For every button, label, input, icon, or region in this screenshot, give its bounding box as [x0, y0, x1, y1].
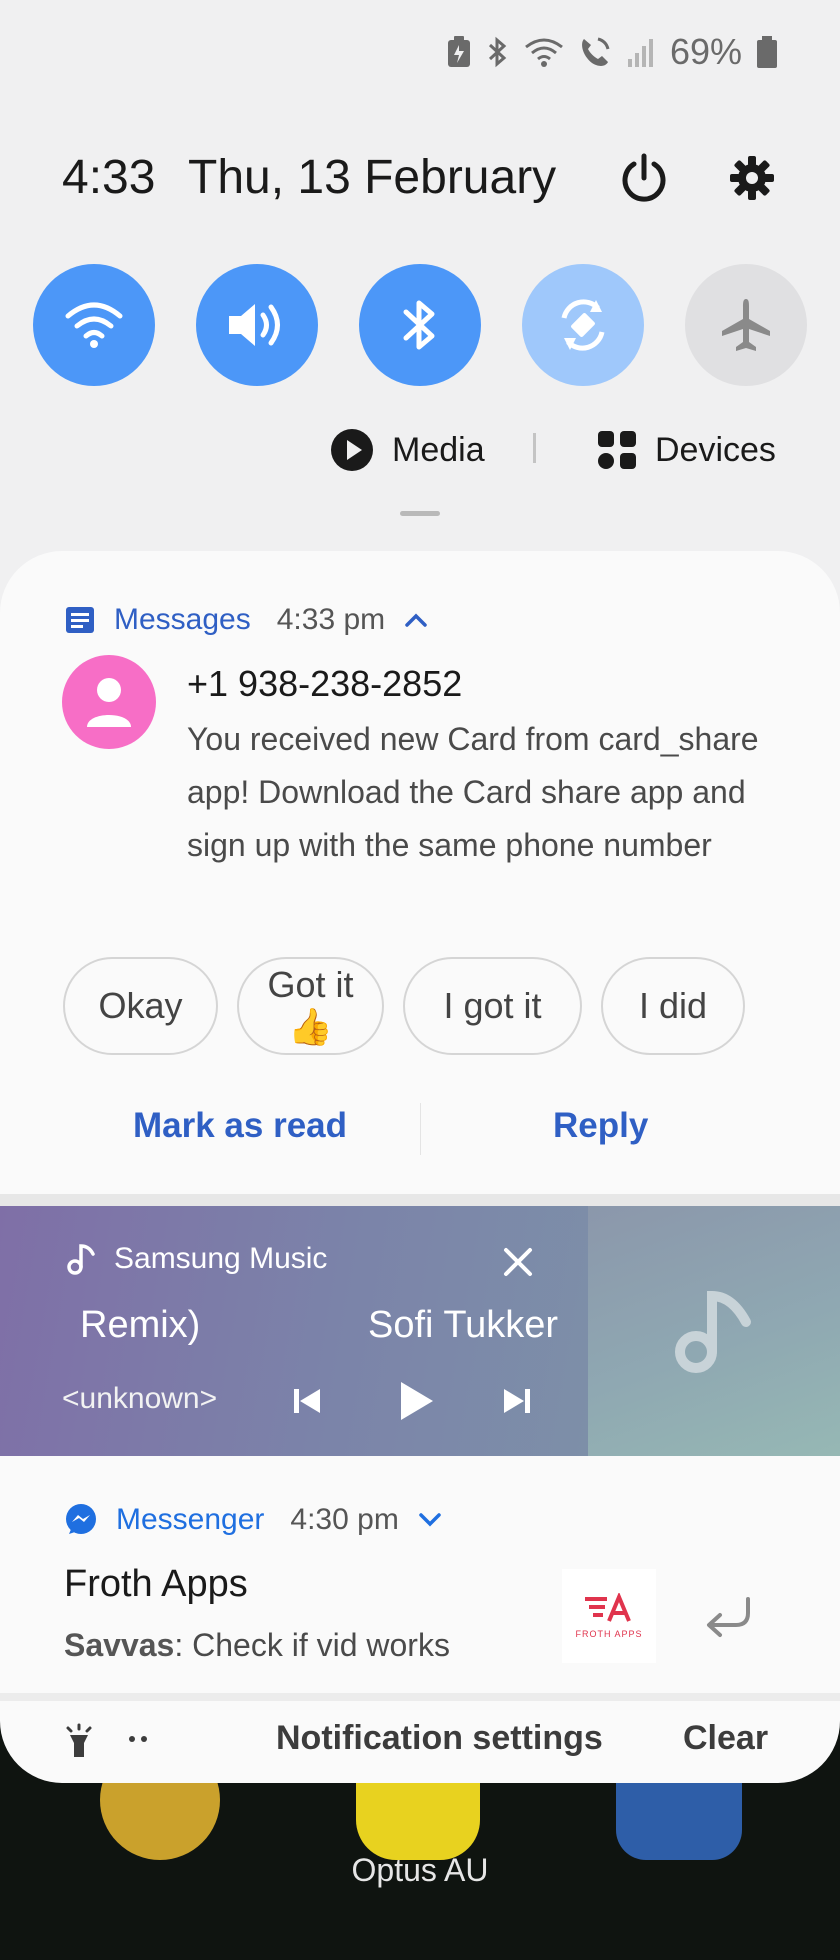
clear-button[interactable]: Clear [683, 1719, 768, 1758]
messenger-message: Savvas: Check if vid works [64, 1627, 450, 1664]
skip-next-icon [504, 1389, 530, 1413]
play-button[interactable] [390, 1376, 440, 1426]
smart-reply-i-did[interactable]: I did [601, 957, 745, 1055]
more-dots-icon[interactable] [128, 1731, 150, 1749]
power-icon [622, 153, 666, 202]
smart-reply-got-it[interactable]: Got it 👍 [237, 957, 384, 1055]
reply-arrow-icon [707, 1597, 750, 1637]
sound-toggle[interactable] [196, 264, 318, 386]
airplane-icon [722, 299, 770, 351]
messenger-text: : Check if vid works [174, 1627, 450, 1663]
mark-as-read-button[interactable]: Mark as read [133, 1106, 347, 1146]
messages-app-icon [66, 607, 94, 633]
music-note-icon [675, 1290, 751, 1373]
devices-button[interactable]: Devices [597, 420, 776, 480]
messenger-title: Froth Apps [64, 1563, 248, 1605]
wifi-icon [65, 302, 123, 348]
auto-rotate-icon [561, 299, 605, 351]
action-divider [420, 1103, 421, 1155]
contact-avatar [62, 655, 156, 749]
messages-app-name: Messages [114, 603, 251, 636]
media-devices-divider [533, 433, 536, 463]
clock-time: 4:33 [62, 151, 156, 204]
music-note-small-icon [67, 1244, 95, 1275]
status-bar: 69% [446, 28, 778, 76]
message-body: You received new Card from card_share ap… [187, 721, 759, 863]
person-icon [87, 678, 131, 727]
messages-time: 4:33 pm [276, 603, 386, 636]
messenger-app-name: Messenger [116, 1503, 265, 1536]
play-circle-icon [331, 429, 373, 471]
devices-grid-icon [598, 431, 636, 469]
collapse-chevron-icon[interactable] [403, 611, 429, 629]
flashlight-icon [66, 1723, 92, 1757]
expand-handle[interactable] [400, 511, 440, 516]
messages-header[interactable]: Messages 4:33 pm [64, 603, 429, 637]
volte-call-icon [578, 35, 612, 69]
next-track-button[interactable] [492, 1376, 542, 1426]
track-album: <unknown> [62, 1382, 218, 1415]
notification-settings-button[interactable]: Notification settings [276, 1719, 603, 1758]
smart-reply-okay[interactable]: Okay [63, 957, 218, 1055]
battery-saver-icon [446, 35, 472, 69]
reply-button[interactable]: Reply [553, 1106, 648, 1146]
wifi-calling-icon [524, 35, 564, 69]
flashlight-button[interactable] [64, 1723, 100, 1763]
track-artist: Sofi Tukker [368, 1304, 559, 1346]
gear-icon [730, 156, 774, 200]
section-gap [0, 1194, 840, 1206]
music-app-header: Samsung Music [66, 1242, 327, 1276]
messenger-icon [66, 1504, 96, 1534]
messenger-time: 4:30 pm [290, 1503, 399, 1536]
track-title: Remix) [80, 1304, 201, 1346]
messenger-sender: Savvas [64, 1627, 175, 1663]
signal-icon [626, 35, 656, 69]
notification-panel: Messages 4:33 pm +1 938-238-2852 You rec… [0, 551, 840, 1783]
settings-button[interactable] [722, 148, 782, 208]
media-label: Media [392, 430, 485, 469]
music-app-name: Samsung Music [114, 1242, 328, 1275]
bluetooth-icon [403, 300, 435, 350]
auto-rotate-toggle[interactable] [522, 264, 644, 386]
previous-track-button[interactable] [282, 1376, 332, 1426]
music-player-card[interactable]: Samsung Music Remix) Sofi Tukker <unknow… [0, 1206, 840, 1456]
froth-apps-logo [585, 1593, 631, 1622]
message-sender: +1 938-238-2852 [187, 663, 463, 704]
messenger-reply-button[interactable] [700, 1589, 760, 1649]
smart-reply-i-got-it[interactable]: I got it [403, 957, 582, 1055]
volume-icon [229, 304, 280, 346]
close-icon [504, 1248, 532, 1276]
wifi-toggle[interactable] [33, 264, 155, 386]
media-button[interactable]: Media [330, 420, 485, 480]
power-button[interactable] [614, 148, 674, 208]
bluetooth-icon [486, 35, 510, 69]
froth-apps-wordmark: FROTH APPS [575, 1629, 643, 1639]
skip-previous-icon [294, 1389, 320, 1413]
close-music-button[interactable] [498, 1242, 538, 1282]
carrier-label: Optus AU [351, 1852, 489, 1888]
play-icon [401, 1382, 433, 1420]
battery-percent: 69% [669, 31, 742, 72]
battery-icon [756, 35, 778, 69]
airplane-toggle[interactable] [685, 264, 807, 386]
froth-apps-thumbnail: FROTH APPS [562, 1569, 656, 1663]
devices-label: Devices [655, 430, 776, 469]
messenger-header[interactable]: Messenger 4:30 pm [64, 1503, 443, 1537]
bottom-gap [0, 1693, 840, 1701]
album-art [588, 1206, 840, 1456]
date-label: Thu, 13 February [188, 151, 557, 204]
bluetooth-toggle[interactable] [359, 264, 481, 386]
expand-chevron-icon[interactable] [417, 1511, 443, 1529]
